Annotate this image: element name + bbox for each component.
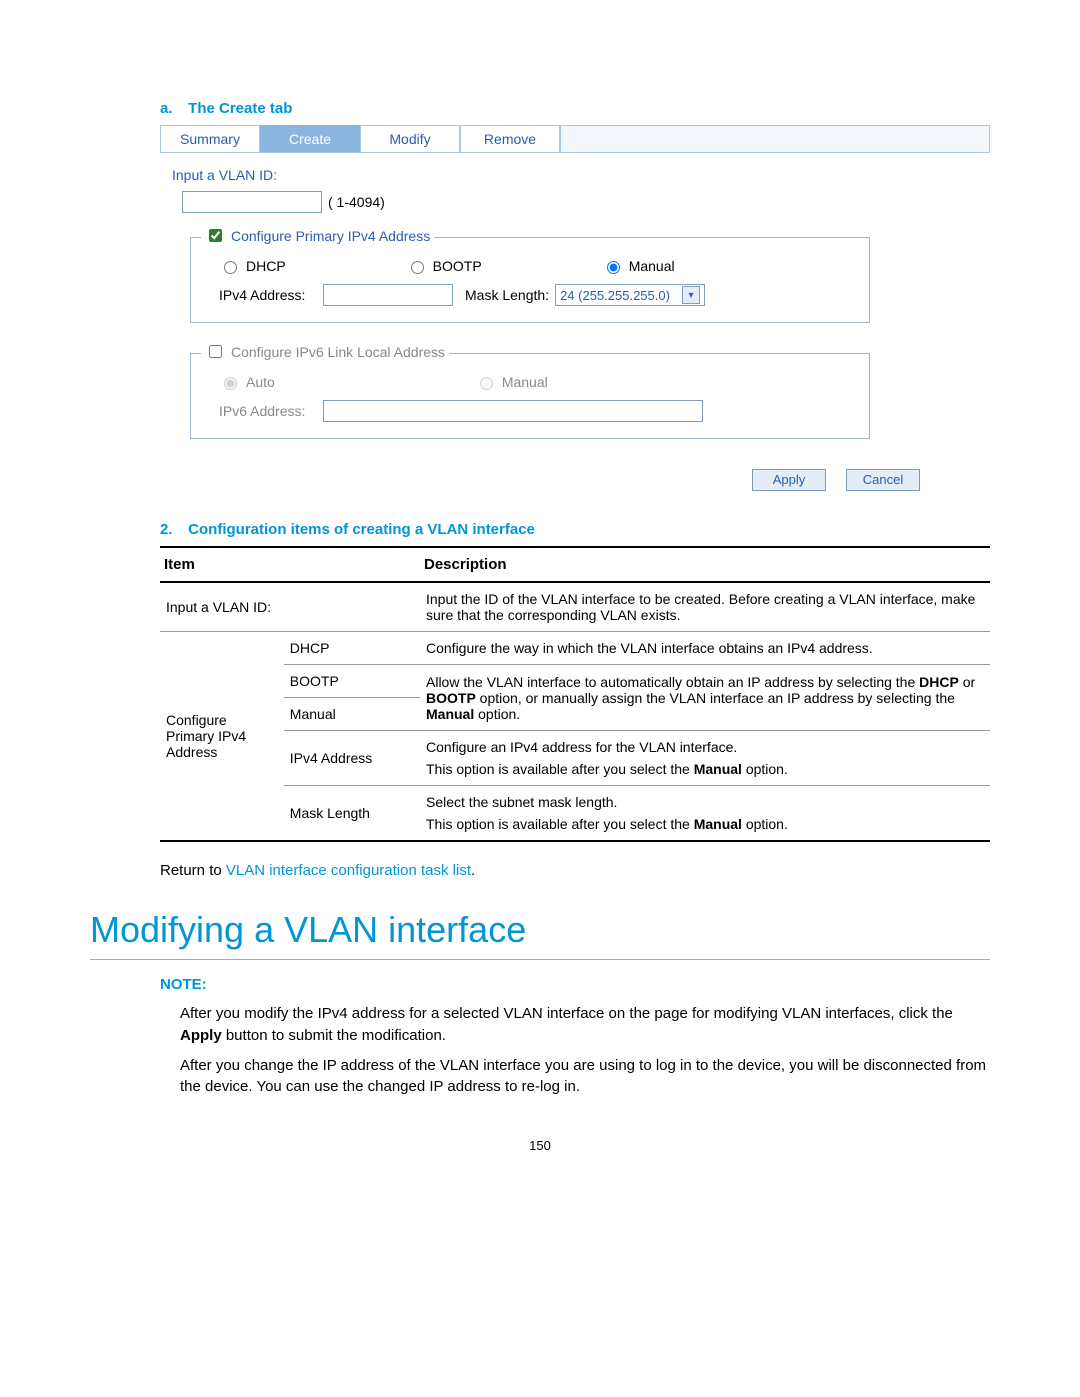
th-desc: Description <box>420 547 990 582</box>
ipv4-enable-checkbox[interactable] <box>209 229 222 242</box>
radio-bootp-label: BOOTP <box>433 258 482 274</box>
tab-modify[interactable]: Modify <box>360 125 460 152</box>
heading-2-text: Configuration items of creating a VLAN i… <box>188 521 535 538</box>
vlan-id-input[interactable] <box>182 191 322 213</box>
ipv4-fieldset: Configure Primary IPv4 Address DHCP BOOT… <box>190 237 870 323</box>
radio-manual[interactable] <box>607 261 620 274</box>
td-manual: Manual <box>284 698 420 731</box>
radio-auto <box>224 377 237 390</box>
td-bootp-desc: Allow the VLAN interface to automaticall… <box>420 665 990 731</box>
th-item: Item <box>160 547 420 582</box>
list-marker-2: 2. <box>160 521 184 538</box>
td-ipv4addr-desc: Configure an IPv4 address for the VLAN i… <box>420 731 990 786</box>
mask-length-label: Mask Length: <box>465 287 549 303</box>
list-marker-a: a. <box>160 100 184 117</box>
cancel-button[interactable]: Cancel <box>846 469 920 491</box>
heading-a-text: The Create tab <box>188 100 292 117</box>
note-p2: After you change the IP address of the V… <box>180 1055 990 1099</box>
tab-spacer <box>560 125 990 152</box>
return-line: Return to VLAN interface configuration t… <box>160 862 990 879</box>
mask-length-value: 24 (255.255.255.0) <box>560 288 670 303</box>
page-number: 150 <box>90 1138 990 1153</box>
ipv6-address-label: IPv6 Address: <box>219 403 317 419</box>
section-title: Modifying a VLAN interface <box>90 909 990 960</box>
td-bootp: BOOTP <box>284 665 420 698</box>
note-p1: After you modify the IPv4 address for a … <box>180 1003 990 1047</box>
create-tab-screenshot: Summary Create Modify Remove Input a VLA… <box>160 125 990 491</box>
note-heading: NOTE: <box>160 976 990 993</box>
td-r1-desc: Input the ID of the VLAN interface to be… <box>420 582 990 632</box>
ipv4-address-label: IPv4 Address: <box>219 287 317 303</box>
mask-length-select[interactable]: 24 (255.255.255.0) ▾ <box>555 284 705 306</box>
vlan-id-label: Input a VLAN ID: <box>172 167 990 183</box>
tab-remove[interactable]: Remove <box>460 125 560 152</box>
vlan-id-range: ( 1-4094) <box>328 194 385 210</box>
radio-dhcp[interactable] <box>224 261 237 274</box>
ipv6-legend: Configure IPv6 Link Local Address <box>231 344 445 360</box>
task-list-link[interactable]: VLAN interface configuration task list <box>226 862 471 879</box>
tab-create[interactable]: Create <box>260 125 360 152</box>
chevron-down-icon: ▾ <box>682 286 700 304</box>
tab-summary[interactable]: Summary <box>160 125 260 152</box>
tab-bar: Summary Create Modify Remove <box>160 125 990 153</box>
heading-a: a. The Create tab <box>90 100 990 117</box>
td-group: Configure Primary IPv4 Address <box>160 632 284 842</box>
td-mask: Mask Length <box>284 786 420 842</box>
radio-auto-label: Auto <box>246 374 275 390</box>
ipv6-fieldset: Configure IPv6 Link Local Address Auto M… <box>190 353 870 439</box>
td-dhcp: DHCP <box>284 632 420 665</box>
radio-dhcp-label: DHCP <box>246 258 286 274</box>
apply-button[interactable]: Apply <box>752 469 826 491</box>
td-ipv4addr: IPv4 Address <box>284 731 420 786</box>
radio-manual-label: Manual <box>629 258 675 274</box>
radio-manual-v6-label: Manual <box>502 374 548 390</box>
td-dhcp-desc: Configure the way in which the VLAN inte… <box>420 632 990 665</box>
heading-2: 2. Configuration items of creating a VLA… <box>90 521 990 538</box>
radio-manual-v6 <box>480 377 493 390</box>
td-r1-item: Input a VLAN ID: <box>160 582 420 632</box>
radio-bootp[interactable] <box>411 261 424 274</box>
td-mask-desc: Select the subnet mask length. This opti… <box>420 786 990 842</box>
config-items-table: Item Description Input a VLAN ID: Input … <box>160 546 990 842</box>
ipv4-address-input[interactable] <box>323 284 453 306</box>
ipv4-legend: Configure Primary IPv4 Address <box>231 228 430 244</box>
ipv6-enable-checkbox[interactable] <box>209 345 222 358</box>
ipv6-address-input <box>323 400 703 422</box>
